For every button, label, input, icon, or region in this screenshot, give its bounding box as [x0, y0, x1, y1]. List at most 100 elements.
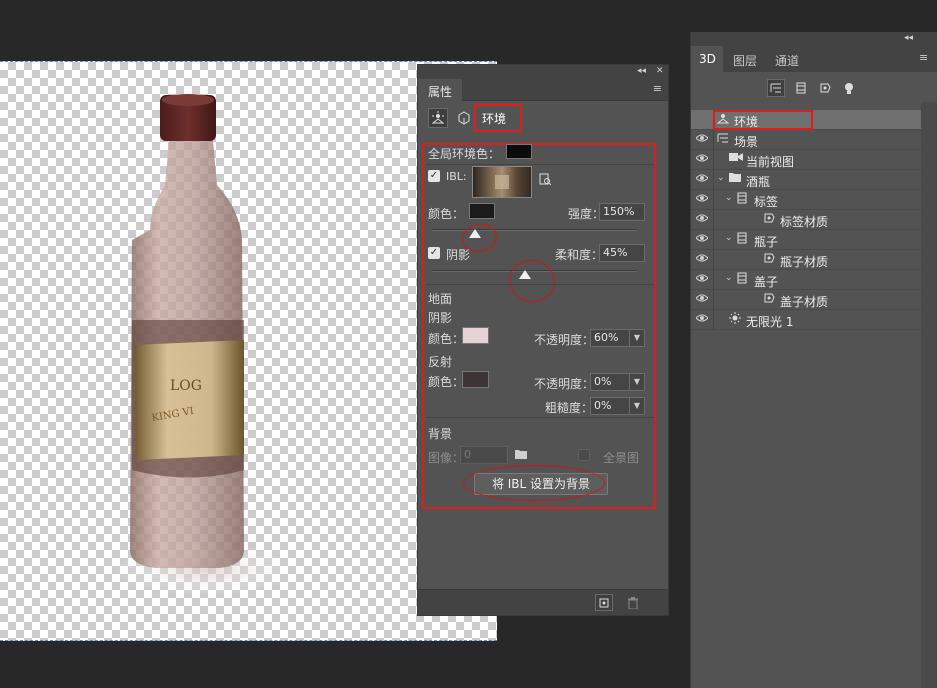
global-ambient-swatch[interactable]	[506, 144, 532, 159]
divider	[426, 164, 654, 165]
ground-shadow-label: 阴影	[428, 311, 453, 325]
panel-3d-tabs: 3D 图层 通道 ≡	[691, 46, 937, 72]
collapse-icon[interactable]: ◂◂	[904, 33, 913, 43]
eye-icon[interactable]	[695, 293, 710, 307]
scene-icon	[717, 132, 729, 147]
panel-3d-header: ◂◂	[691, 32, 937, 46]
bottle-label-text-1: LOG	[170, 378, 202, 394]
intensity-slider-track[interactable]	[432, 229, 637, 231]
panel-menu-icon[interactable]: ≡	[919, 51, 928, 64]
mesh-icon	[737, 272, 747, 287]
eye-icon[interactable]	[695, 153, 710, 167]
layer-row-5[interactable]: 标签材质	[691, 210, 921, 230]
render-icon[interactable]	[595, 594, 613, 611]
close-icon[interactable]: ✕	[656, 66, 664, 76]
tab-layers[interactable]: 图层	[725, 46, 765, 72]
roughness-dropdown[interactable]: 0% ▼	[590, 397, 645, 415]
ibl-texture-thumbnail[interactable]	[472, 166, 532, 198]
roughness-label: 粗糙度：	[545, 401, 594, 415]
reflection-label: 反射	[428, 355, 453, 369]
panorama-label: 全景图	[603, 451, 640, 465]
divider	[713, 310, 714, 330]
chevron-down-icon[interactable]: ⌄	[725, 273, 733, 283]
layer-row-3[interactable]: ⌄ 酒瓶	[691, 170, 921, 190]
layer-row-6[interactable]: ⌄ 瓶子	[691, 230, 921, 250]
ground-shadow-opacity-dropdown[interactable]: 60% ▼	[590, 329, 645, 347]
eye-icon[interactable]	[695, 173, 710, 187]
eye-icon[interactable]	[695, 213, 710, 227]
collapse-icon[interactable]: ◂◂	[637, 66, 646, 76]
camera-icon	[729, 152, 743, 165]
layer-row-2[interactable]: 当前视图	[691, 150, 921, 170]
meshes-filter-icon[interactable]	[792, 79, 810, 97]
ibl-label: IBL:	[446, 170, 467, 183]
ground-shadow-color-label: 颜色：	[428, 332, 465, 346]
eye-icon[interactable]	[695, 273, 710, 287]
environment-tab-label[interactable]: 环境	[482, 110, 506, 127]
folder-icon[interactable]	[514, 447, 528, 461]
trash-icon[interactable]	[625, 594, 641, 611]
annotation-circle-button	[463, 465, 605, 501]
chevron-down-icon[interactable]: ⌄	[725, 193, 733, 203]
whole-scene-filter-icon[interactable]	[767, 79, 785, 97]
properties-panel-header: ◂◂ ✕	[418, 65, 668, 79]
background-label: 背景	[428, 427, 453, 441]
divider	[713, 170, 714, 190]
lights-filter-icon[interactable]	[840, 79, 858, 97]
eye-icon[interactable]	[695, 233, 710, 247]
ibl-color-swatch[interactable]	[469, 203, 495, 219]
layer-row-9[interactable]: 盖子材质	[691, 290, 921, 310]
layer-name: 瓶子材质	[780, 255, 829, 269]
panel-3d-scrollbar[interactable]	[921, 102, 937, 688]
materials-filter-icon[interactable]	[816, 79, 834, 97]
ground-shadow-color-swatch[interactable]	[462, 327, 489, 344]
panel-menu-icon[interactable]: ≡	[653, 82, 662, 95]
panel-3d-toolbar	[691, 72, 937, 102]
chevron-down-icon[interactable]: ⌄	[717, 173, 725, 183]
wine-bottle-render: LOG KING VI	[115, 94, 280, 595]
material-icon	[763, 212, 775, 227]
layer-name: 酒瓶	[746, 175, 771, 189]
mesh-icon	[737, 192, 747, 207]
intensity-field[interactable]: 150%	[599, 203, 645, 221]
softness-field[interactable]: 45%	[599, 244, 645, 262]
top-right-area	[900, 0, 937, 32]
properties-bottom-bar	[418, 589, 668, 615]
tab-3d[interactable]: 3D	[691, 46, 723, 72]
properties-tab[interactable]: 属性	[418, 79, 463, 101]
layer-row-7[interactable]: 瓶子材质	[691, 250, 921, 270]
coordinates-icon[interactable]	[456, 110, 472, 126]
reflection-color-swatch[interactable]	[462, 371, 489, 388]
layer-row-8[interactable]: ⌄ 盖子	[691, 270, 921, 290]
edit-texture-icon[interactable]	[538, 172, 552, 186]
ibl-checkbox[interactable]: ✓	[428, 170, 440, 182]
environment-type-icon[interactable]	[428, 108, 448, 128]
layer-name: 盖子材质	[780, 295, 829, 309]
layer-name: 瓶子	[754, 235, 779, 249]
layer-row-4[interactable]: ⌄ 标签	[691, 190, 921, 210]
divider	[713, 250, 714, 270]
reflection-color-label: 颜色：	[428, 375, 465, 389]
eye-icon[interactable]	[695, 313, 710, 327]
eye-icon[interactable]	[696, 113, 710, 127]
divider	[713, 290, 714, 310]
eye-icon[interactable]	[695, 253, 710, 267]
chevron-down-icon[interactable]: ⌄	[725, 233, 733, 243]
shadow-checkbox[interactable]: ✓	[428, 247, 440, 259]
material-icon	[763, 292, 775, 307]
layer-row-10[interactable]: 无限光 1	[691, 310, 921, 330]
tab-channels[interactable]: 通道	[767, 46, 807, 72]
mesh-icon	[737, 232, 747, 247]
properties-tab-row: 属性 ≡	[418, 79, 668, 101]
global-ambient-label: 全局环境色：	[428, 147, 501, 161]
properties-type-bar: 环境	[418, 101, 668, 135]
eye-icon[interactable]	[695, 133, 710, 147]
layer-row-1[interactable]: 场景	[691, 130, 921, 150]
bg-image-field[interactable]: 0	[460, 446, 508, 464]
environment-layer-highlight	[713, 110, 813, 130]
eye-icon[interactable]	[695, 193, 710, 207]
chevron-down-icon: ▼	[629, 374, 644, 390]
reflection-opacity-dropdown[interactable]: 0% ▼	[590, 373, 645, 391]
roughness-value: 0%	[594, 399, 612, 412]
panorama-checkbox[interactable]	[578, 449, 590, 461]
